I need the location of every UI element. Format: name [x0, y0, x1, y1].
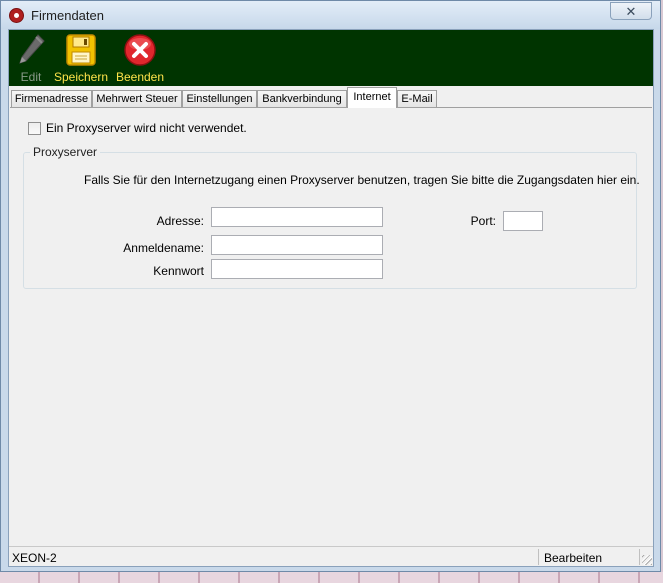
close-button[interactable]: ✕ — [610, 2, 652, 20]
pencil-icon — [19, 34, 45, 64]
window-title: Firmendaten — [31, 8, 104, 23]
toolbar: Edit Speichern Beenden — [9, 30, 653, 86]
address-input[interactable] — [211, 207, 383, 227]
quit-label: Beenden — [115, 70, 165, 84]
address-label: Adresse: — [156, 214, 204, 228]
password-input[interactable] — [211, 259, 383, 279]
username-label: Anmeldename: — [123, 241, 204, 255]
title-bar[interactable]: Firmendaten ✕ — [1, 1, 660, 29]
proxy-description: Falls Sie für den Internetzugang einen P… — [84, 173, 640, 187]
port-input[interactable] — [503, 211, 543, 231]
no-proxy-checkbox[interactable] — [28, 122, 41, 135]
status-divider — [538, 549, 539, 565]
resize-grip[interactable] — [642, 555, 652, 565]
app-logo-icon — [9, 8, 24, 23]
status-mode: Bearbeiten — [544, 551, 603, 565]
username-input[interactable] — [211, 235, 383, 255]
internet-tab-panel: Ein Proxyserver wird nicht verwendet. Pr… — [10, 107, 652, 544]
tab-mehrwert-steuer[interactable]: Mehrwert Steuer — [92, 90, 182, 107]
client-area: Edit Speichern Beenden Firmenadresse Meh… — [8, 29, 654, 567]
firmendaten-window: Firmendaten ✕ Edit Speichern Beenden Fir… — [0, 0, 661, 572]
floppy-disk-icon — [66, 34, 96, 66]
tab-bankverbindung[interactable]: Bankverbindung — [257, 90, 347, 107]
tab-internet[interactable]: Internet — [347, 87, 397, 108]
proxyserver-group-title: Proxyserver — [30, 145, 101, 159]
password-label: Kennwort — [153, 264, 204, 278]
no-proxy-label: Ein Proxyserver wird nicht verwendet. — [46, 121, 247, 135]
edit-button[interactable]: Edit — [11, 32, 51, 84]
background-strip — [0, 572, 663, 583]
status-divider — [639, 549, 640, 565]
port-label: Port: — [470, 214, 496, 228]
save-button[interactable]: Speichern — [53, 32, 109, 84]
save-label: Speichern — [53, 70, 109, 84]
close-circle-icon — [124, 34, 156, 66]
tab-email[interactable]: E-Mail — [397, 90, 437, 107]
status-bar: XEON-2 Bearbeiten — [9, 546, 653, 566]
status-machine-name: XEON-2 — [12, 551, 57, 565]
tab-firmenadresse[interactable]: Firmenadresse — [11, 90, 92, 107]
quit-button[interactable]: Beenden — [115, 32, 165, 84]
proxyserver-group: Proxyserver Falls Sie für den Internetzu… — [23, 145, 640, 289]
edit-label: Edit — [20, 70, 42, 84]
tab-einstellungen[interactable]: Einstellungen — [182, 90, 257, 107]
